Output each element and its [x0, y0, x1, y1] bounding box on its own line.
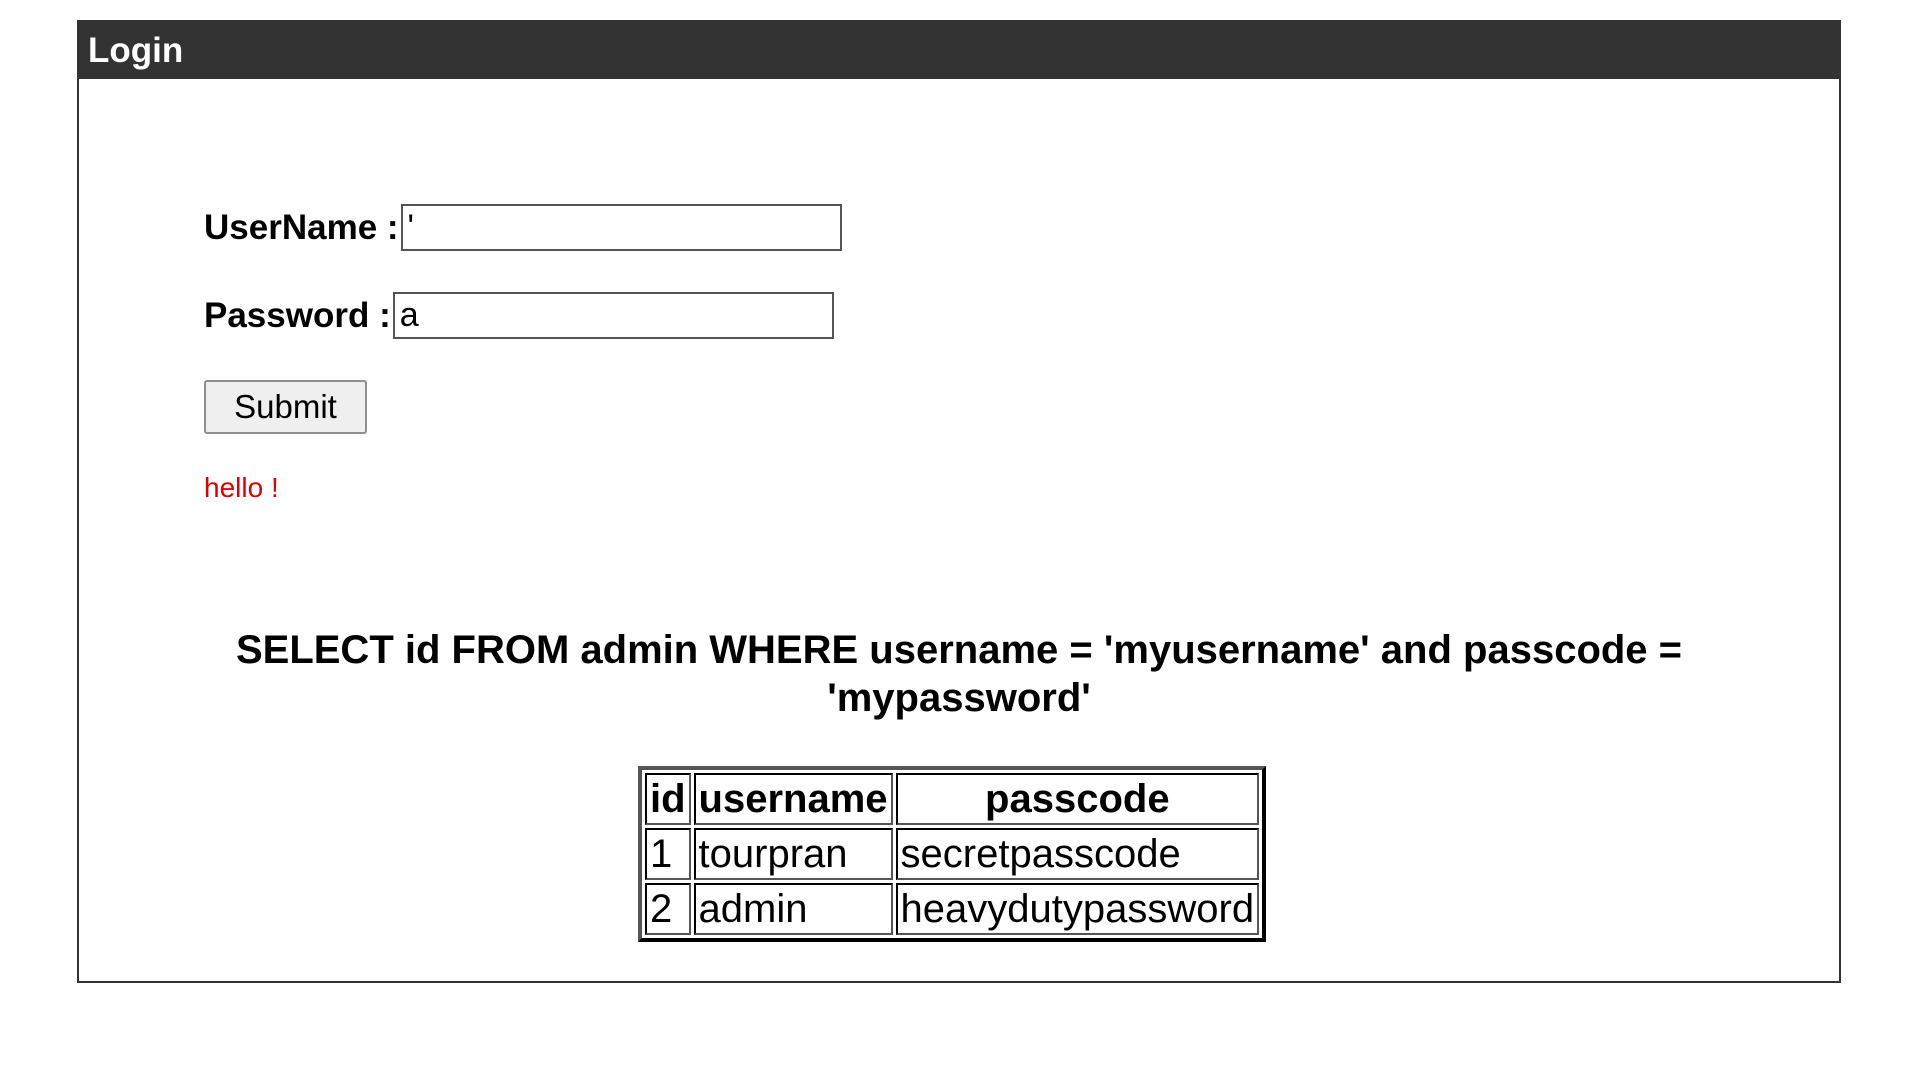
password-input[interactable] [392, 292, 834, 339]
table-row: 1 tourpran secretpasscode [645, 828, 1260, 880]
table-header-row: id username passcode [645, 773, 1260, 825]
sql-query-text: SELECT id FROM admin WHERE username = 'm… [235, 628, 1683, 720]
login-panel: Login UserName : Password : Submit hello… [77, 20, 1841, 983]
column-header-passcode: passcode [895, 773, 1260, 825]
username-label: UserName : [204, 207, 399, 247]
cell-username: tourpran [693, 828, 893, 880]
username-row: UserName : [204, 204, 842, 251]
panel-title: Login [79, 22, 1839, 79]
column-header-username: username [693, 773, 893, 825]
password-label: Password : [204, 295, 391, 335]
cell-passcode: heavydutypassword [895, 883, 1260, 935]
results-table: id username passcode 1 tourpran secretpa… [638, 766, 1267, 942]
cell-id: 2 [645, 883, 691, 935]
status-message: hello ! [204, 472, 279, 503]
cell-username: admin [693, 883, 893, 935]
cell-passcode: secretpasscode [895, 828, 1260, 880]
submit-button[interactable]: Submit [204, 380, 367, 434]
cell-id: 1 [645, 828, 691, 880]
password-row: Password : [204, 292, 834, 339]
column-header-id: id [645, 773, 691, 825]
username-input[interactable] [400, 204, 842, 251]
table-row: 2 admin heavydutypassword [645, 883, 1260, 935]
